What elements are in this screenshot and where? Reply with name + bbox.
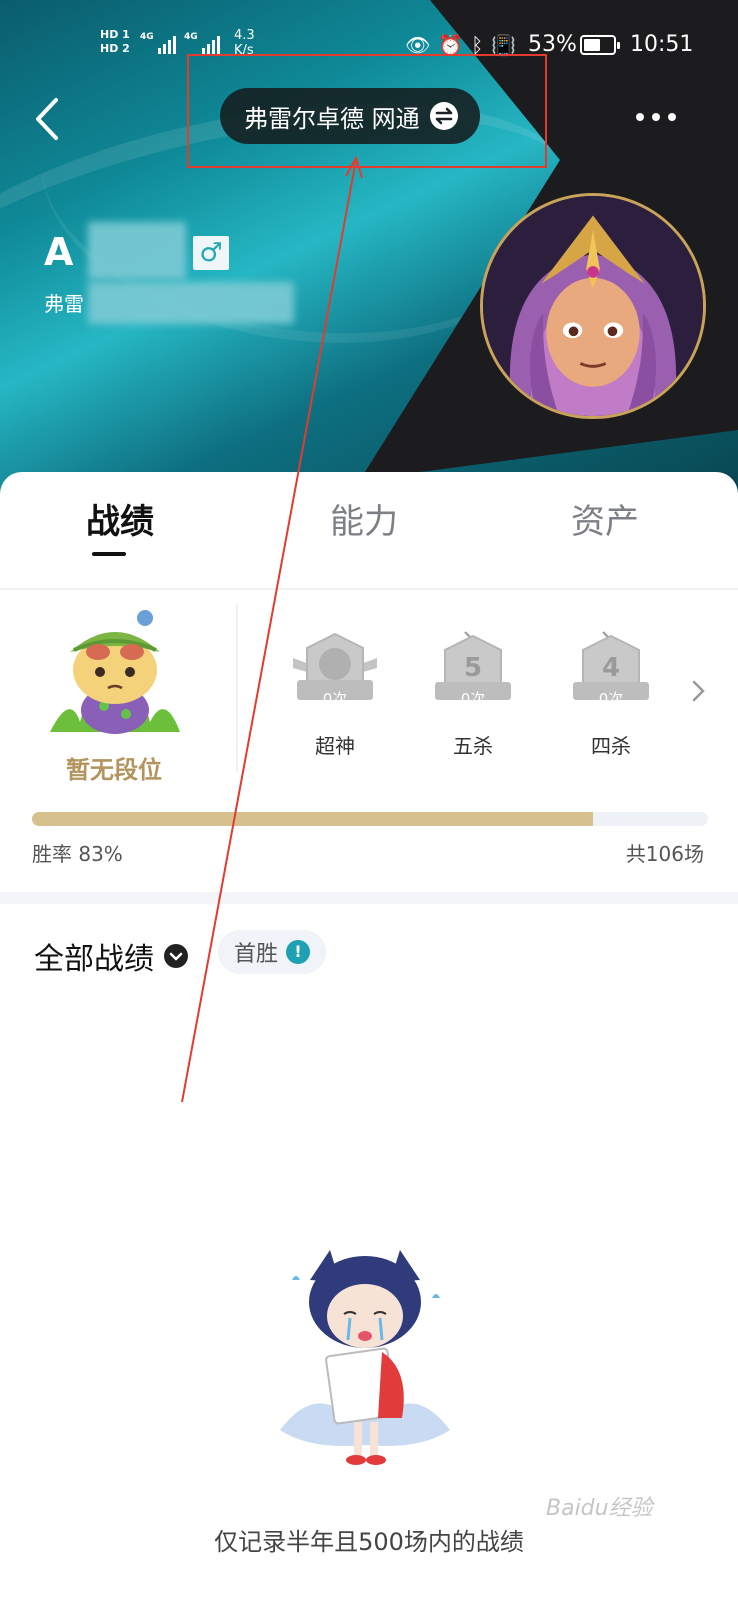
medal-count: 0次 [322, 690, 348, 708]
bluetooth-icon: ᛒ [471, 33, 484, 57]
rank-label: 暂无段位 [66, 756, 162, 784]
crying-ahri-illustration [280, 1250, 450, 1465]
medal-name: 四杀 [591, 734, 631, 758]
chevron-down-icon [164, 944, 188, 968]
dot-icon [668, 113, 676, 121]
tab-ability[interactable]: 能力 [330, 494, 398, 543]
medal-legendary[interactable]: 0次 超神 [280, 628, 390, 759]
tab-active-indicator [92, 552, 126, 556]
battery-percent: 53% [528, 32, 577, 57]
records-filter-dropdown[interactable]: 全部战绩 [34, 934, 188, 978]
network-type: 4G [184, 32, 198, 42]
clock: 10:51 [630, 32, 694, 57]
hd2-label: HD 2 [100, 42, 130, 55]
redaction-blur [88, 222, 186, 280]
tab-bar: 战绩 能力 资产 [0, 472, 738, 590]
dot-icon [636, 113, 644, 121]
medal-penta-kill[interactable]: 5 0次 五杀 [418, 628, 528, 759]
server-switch-button[interactable]: 弗雷尔卓德 网通 [220, 88, 480, 144]
dot-icon [652, 113, 660, 121]
user-server-info: 弗雷 [44, 292, 84, 316]
vibrate-icon: 📳 [491, 33, 517, 57]
svg-text:4: 4 [602, 653, 620, 683]
eye-icon: 👁 [405, 33, 431, 57]
status-bar: HD 1 HD 2 4G 4G 4.3 K/s 👁 ⏰ ᛒ 📳 53% 10:5… [0, 28, 738, 68]
battery-icon [580, 35, 620, 55]
divider [236, 604, 238, 772]
medal-penta-icon: 5 [435, 631, 511, 702]
signal-icon: 4G [184, 32, 220, 54]
profile-header: HD 1 HD 2 4G 4G 4.3 K/s 👁 ⏰ ᛒ 📳 53% 10:5… [0, 0, 738, 500]
info-icon: ! [286, 940, 311, 964]
first-win-label: 首胜 [234, 942, 279, 967]
teemo-mascot-icon [50, 610, 180, 734]
chevron-right-icon[interactable] [690, 676, 708, 706]
tab-assets[interactable]: 资产 [571, 494, 639, 543]
medal-quadra-kill[interactable]: 4 0次 四杀 [556, 628, 666, 759]
speed-value: 4.3 [234, 28, 255, 43]
svg-text:5: 5 [464, 653, 482, 683]
avatar-image [483, 196, 703, 416]
empty-state-note: 仅记录半年且500场内的战绩 [214, 1528, 524, 1556]
chevron-left-icon [36, 98, 58, 140]
content-card: 战绩 能力 资产 暂无段位 0次 超神 5 0次 五杀 4 0次 四杀 胜率 8… [0, 472, 738, 1600]
medal-count: 0次 [460, 690, 486, 708]
network-type: 4G [140, 32, 154, 42]
first-win-chip[interactable]: 首胜 ! [218, 930, 327, 974]
medal-count: 0次 [598, 690, 624, 708]
signal-icon: 4G [140, 32, 176, 54]
swap-icon [429, 102, 458, 130]
server-label: 弗雷尔卓德 网通 [244, 104, 420, 133]
alarm-icon: ⏰ [438, 33, 464, 57]
win-rate-label: 胜率 83% [32, 842, 123, 866]
champion-avatar[interactable] [480, 193, 706, 419]
medal-quadra-icon: 4 [573, 631, 649, 702]
back-button[interactable] [32, 96, 62, 142]
network-speed: 4.3 K/s [234, 28, 255, 58]
gender-male-icon: ♂ [193, 236, 229, 270]
status-icons: 👁 ⏰ ᛒ 📳 [405, 34, 516, 56]
speed-unit: K/s [234, 43, 254, 58]
more-options-button[interactable] [636, 104, 682, 130]
baidu-watermark: Baidu经验 [546, 1496, 653, 1521]
medal-name: 超神 [315, 734, 355, 758]
section-divider [0, 892, 738, 904]
win-rate-bar [32, 812, 708, 826]
medal-name: 五杀 [453, 734, 493, 758]
tab-record[interactable]: 战绩 [86, 494, 154, 543]
hd1-label: HD 1 [100, 28, 130, 41]
total-games: 共106场 [625, 842, 704, 866]
records-title: 全部战绩 [34, 942, 154, 977]
hd-indicator: HD 1 HD 2 [100, 28, 130, 56]
redaction-blur [88, 282, 294, 324]
win-rate-fill [32, 812, 594, 826]
medal-wing-icon [293, 632, 377, 700]
user-name: A [44, 230, 74, 274]
